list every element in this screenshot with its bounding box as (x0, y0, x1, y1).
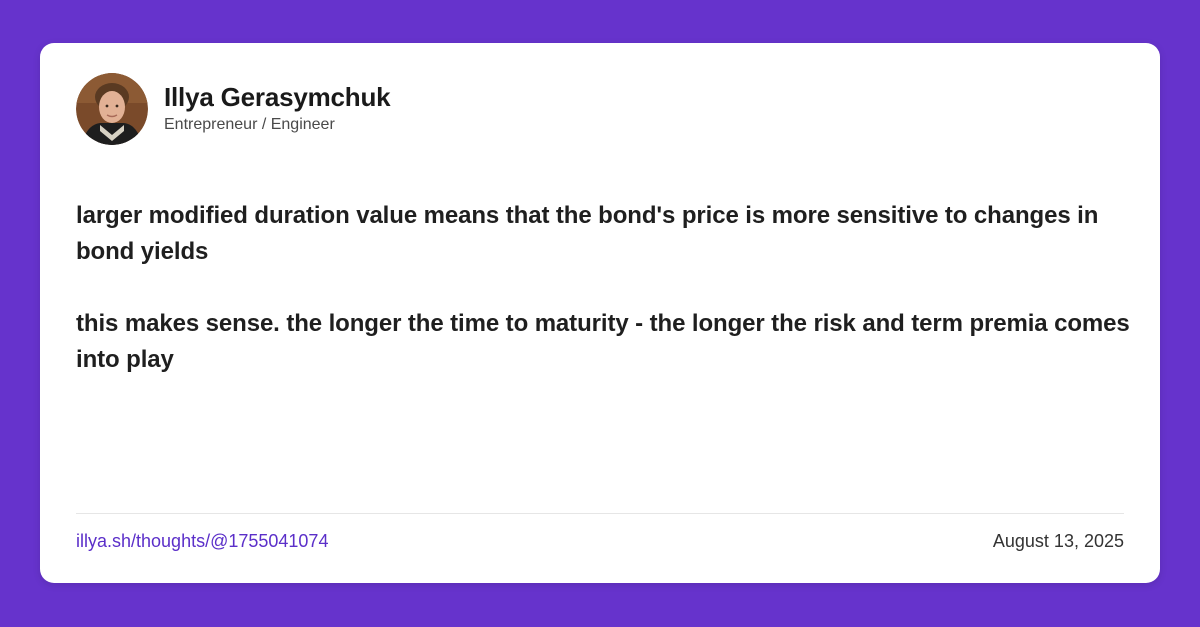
author-name: Illya Gerasymchuk (164, 82, 391, 112)
author-role: Entrepreneur / Engineer (164, 116, 335, 133)
post-date: August 13, 2025 (992, 531, 1124, 551)
avatar (76, 73, 148, 145)
footer-divider (76, 513, 1124, 514)
thought-card: Illya Gerasymchuk Entrepreneur / Enginee… (40, 43, 1160, 583)
post-content: larger modified duration value means tha… (76, 198, 1136, 414)
author-info: Illya Gerasymchuk Entrepreneur / Enginee… (164, 82, 391, 136)
permalink-link[interactable]: illya.sh/thoughts/@1755041074 (76, 529, 328, 553)
post-paragraph: larger modified duration value means tha… (76, 202, 1099, 265)
post-paragraph: this makes sense. the longer the time to… (76, 310, 1130, 373)
author-header: Illya Gerasymchuk Entrepreneur / Enginee… (76, 73, 391, 145)
